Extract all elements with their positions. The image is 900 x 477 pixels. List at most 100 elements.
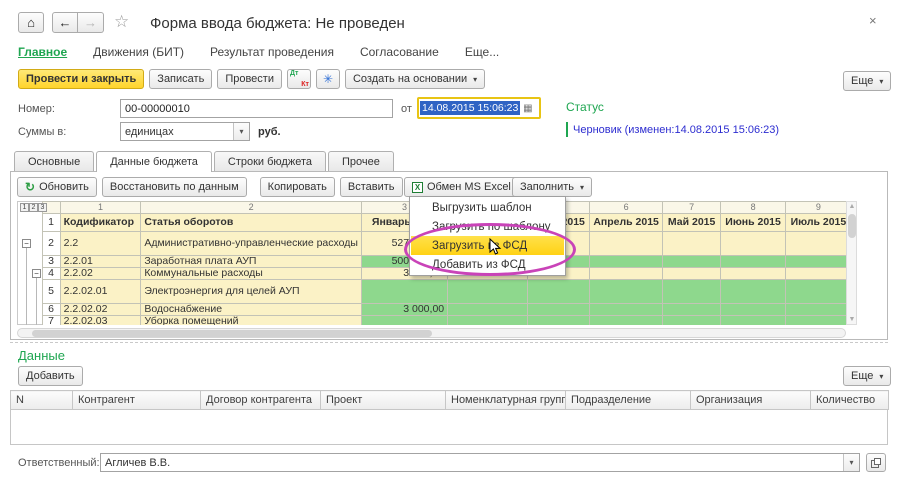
data-column-header-7[interactable]: Количество	[811, 391, 889, 410]
grid-cell-month-1[interactable]	[448, 316, 528, 326]
calendar-icon[interactable]: ▦	[520, 103, 535, 114]
grid-cell-month-6[interactable]	[785, 304, 851, 316]
grid-cell-month-4[interactable]	[662, 280, 720, 304]
grid-cell-month-6[interactable]	[785, 256, 851, 268]
grid-cell-month-6[interactable]	[785, 232, 851, 256]
grid-col-number-1[interactable]: 1	[60, 202, 141, 214]
grid-cell-article[interactable]: Водоснабжение	[141, 304, 362, 316]
dt-kt-postings-button[interactable]: ДтКт	[287, 69, 311, 89]
grid-cell-article[interactable]: Административно-управленческие расходы	[141, 232, 362, 256]
post-button[interactable]: Провести	[217, 69, 282, 89]
grid-cell-month-3[interactable]	[590, 232, 663, 256]
grid-cell-month-5[interactable]	[721, 316, 785, 326]
grid-cell-month-5[interactable]	[721, 280, 785, 304]
grid-cell-month-0[interactable]	[361, 316, 447, 326]
data-column-header-4[interactable]: Номенклатурная группа	[446, 391, 566, 410]
add-button[interactable]: Добавить	[18, 366, 83, 386]
refresh-button[interactable]: ↻Обновить	[17, 177, 97, 197]
grid-level-button-1[interactable]: 1	[20, 203, 29, 212]
grid-cell-code[interactable]: 2.2.02.01	[60, 280, 141, 304]
nav-item-0[interactable]: Главное	[18, 45, 67, 59]
collapse-expander-icon[interactable]: −	[22, 239, 31, 248]
grid-cell-month-3[interactable]	[590, 268, 663, 280]
grid-cell-code[interactable]: 2.2	[60, 232, 141, 256]
grid-col-number-8[interactable]: 8	[721, 202, 785, 214]
grid-cell-month-4[interactable]	[662, 268, 720, 280]
excel-exchange-button[interactable]: X Обмен MS Excel▾	[404, 177, 529, 197]
nav-item-1[interactable]: Движения (БИТ)	[93, 45, 184, 59]
open-responsible-button[interactable]	[866, 453, 886, 472]
sums-in-select[interactable]: единицах ▾	[120, 122, 250, 141]
fill-button[interactable]: Заполнить▾	[512, 177, 592, 197]
tab-0[interactable]: Основные	[14, 151, 94, 171]
data-column-header-0[interactable]: N	[11, 391, 73, 410]
number-input[interactable]: 00-00000010	[120, 99, 393, 118]
grid-cell-month-0[interactable]	[361, 280, 447, 304]
home-button[interactable]: ⌂	[18, 12, 44, 33]
grid-cell-month-5[interactable]	[721, 232, 785, 256]
grid-cell-month-5[interactable]	[721, 256, 785, 268]
tab-3[interactable]: Прочее	[328, 151, 394, 171]
grid-cell-article[interactable]: Электроэнергия для целей АУП	[141, 280, 362, 304]
paste-button[interactable]: Вставить	[340, 177, 403, 197]
nav-item-3[interactable]: Согласование	[360, 45, 439, 59]
grid-cell-month-4[interactable]	[662, 256, 720, 268]
grid-col-number-7[interactable]: 7	[662, 202, 720, 214]
grid-col-number-2[interactable]: 2	[141, 202, 362, 214]
nav-item-4[interactable]: Еще...	[465, 45, 499, 59]
grid-cell-month-2[interactable]	[528, 304, 590, 316]
grid-cell-month-3[interactable]	[590, 304, 663, 316]
grid-cell-month-3[interactable]	[590, 280, 663, 304]
grid-cell-month-2[interactable]	[528, 280, 590, 304]
data-column-header-5[interactable]: Подразделение	[566, 391, 691, 410]
grid-col-number-9[interactable]: 9	[785, 202, 851, 214]
collapse-expander-icon[interactable]: −	[32, 269, 41, 278]
grid-cell-code[interactable]: 2.2.01	[60, 256, 141, 268]
menu-item-0[interactable]: Выгрузить шаблон	[411, 198, 564, 217]
grid-cell-month-4[interactable]	[662, 232, 720, 256]
data-column-header-1[interactable]: Контрагент	[73, 391, 201, 410]
grid-horizontal-scrollbar[interactable]	[17, 328, 846, 338]
explain-button[interactable]: ✳	[316, 69, 340, 89]
more-button[interactable]: Еще▾	[843, 71, 891, 91]
grid-header-6[interactable]: Май 2015	[662, 214, 720, 232]
forward-button[interactable]: →	[78, 12, 104, 33]
grid-cell-month-1[interactable]	[448, 280, 528, 304]
create-based-on-button[interactable]: Создать на основании▾	[345, 69, 485, 89]
close-icon[interactable]: ×	[869, 13, 877, 28]
data-column-header-6[interactable]: Организация	[691, 391, 811, 410]
grid-cell-article[interactable]: Уборка помещений	[141, 316, 362, 326]
grid-cell-month-3[interactable]	[590, 316, 663, 326]
restore-by-data-button[interactable]: Восстановить по данным	[102, 177, 247, 197]
grid-cell-month-3[interactable]	[590, 256, 663, 268]
grid-level-button-2[interactable]: 2	[29, 203, 38, 212]
grid-cell-month-5[interactable]	[721, 268, 785, 280]
date-input[interactable]: 14.08.2015 15:06:23 ▦	[417, 97, 541, 119]
data-table-body-empty[interactable]	[10, 410, 888, 445]
grid-cell-month-6[interactable]	[785, 280, 851, 304]
grid-header-5[interactable]: Апрель 2015	[590, 214, 663, 232]
grid-cell-code[interactable]: 2.2.02	[60, 268, 141, 280]
grid-header-8[interactable]: Июль 2015	[785, 214, 851, 232]
data-column-header-2[interactable]: Договор контрагента	[201, 391, 321, 410]
tab-2[interactable]: Строки бюджета	[214, 151, 326, 171]
grid-cell-code[interactable]: 2.2.02.03	[60, 316, 141, 326]
grid-cell-month-4[interactable]	[662, 304, 720, 316]
grid-cell-month-5[interactable]	[721, 304, 785, 316]
grid-cell-article[interactable]: Заработная плата АУП	[141, 256, 362, 268]
grid-cell-month-6[interactable]	[785, 316, 851, 326]
grid-cell-month-4[interactable]	[662, 316, 720, 326]
nav-item-2[interactable]: Результат проведения	[210, 45, 334, 59]
data-column-header-3[interactable]: Проект	[321, 391, 446, 410]
copy-button[interactable]: Копировать	[260, 177, 335, 197]
menu-item-1[interactable]: Загрузить по шаблону	[411, 217, 564, 236]
favorite-star-icon[interactable]: ☆	[114, 12, 129, 32]
grid-vertical-scrollbar[interactable]: ▲ ▼	[846, 201, 857, 325]
grid-header-0[interactable]: Кодификатор	[60, 214, 141, 232]
data-more-button[interactable]: Еще▾	[843, 366, 891, 386]
grid-cell-month-2[interactable]	[528, 316, 590, 326]
tab-1[interactable]: Данные бюджета	[96, 151, 212, 172]
save-button[interactable]: Записать	[149, 69, 212, 89]
menu-item-3[interactable]: Добавить из ФСД	[411, 255, 564, 274]
post-and-close-button[interactable]: Провести и закрыть	[18, 69, 144, 89]
